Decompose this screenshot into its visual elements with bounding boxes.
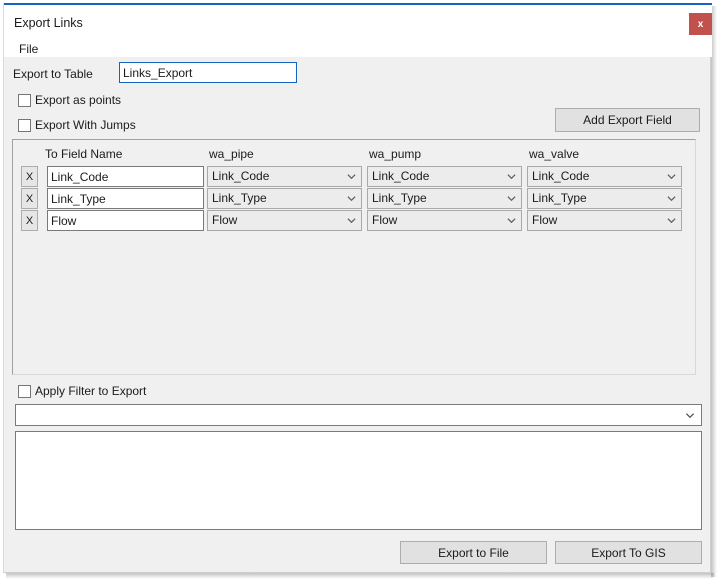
wa-valve-field-value: Flow xyxy=(532,213,558,227)
wa-pump-field-value: Link_Code xyxy=(372,169,430,183)
close-button[interactable]: x xyxy=(689,13,712,35)
export-to-gis-button[interactable]: Export To GIS xyxy=(555,541,702,564)
chevron-down-icon xyxy=(507,196,516,202)
window-shadow-bottom xyxy=(6,573,714,579)
to-field-name-input[interactable] xyxy=(47,188,204,209)
wa-valve-field-select[interactable]: Flow xyxy=(527,210,682,231)
export-to-table-label: Export to Table xyxy=(13,67,93,81)
add-export-field-button[interactable]: Add Export Field xyxy=(555,108,700,132)
wa-pump-field-select[interactable]: Link_Type xyxy=(367,188,522,209)
wa-pipe-field-select[interactable]: Flow xyxy=(207,210,362,231)
column-header-wa-valve: wa_valve xyxy=(529,147,580,161)
wa-pipe-field-select[interactable]: Link_Type xyxy=(207,188,362,209)
filter-expression-select[interactable] xyxy=(15,404,702,426)
column-header-wa-pump: wa_pump xyxy=(369,147,422,161)
export-to-table-input[interactable] xyxy=(119,62,297,83)
wa-pump-field-value: Flow xyxy=(372,213,398,227)
checkbox-apply-filter-label: Apply Filter to Export xyxy=(35,384,147,398)
filter-expression-textarea[interactable] xyxy=(15,431,702,530)
table-row: X Flow Flow Flow xyxy=(13,210,695,232)
wa-pump-field-select[interactable]: Link_Code xyxy=(367,166,522,187)
export-to-file-button[interactable]: Export to File xyxy=(400,541,547,564)
chevron-down-icon xyxy=(347,196,356,202)
wa-valve-field-value: Link_Type xyxy=(532,191,587,205)
checkbox-icon xyxy=(18,384,31,398)
remove-row-button[interactable]: X xyxy=(21,188,38,209)
chevron-down-icon xyxy=(347,174,356,180)
title-and-menu-strip: Export Links File x xyxy=(4,5,712,57)
chevron-down-icon xyxy=(507,218,516,224)
checkbox-icon xyxy=(18,93,31,107)
field-mapping-panel: To Field Name wa_pipe wa_pump wa_valve X… xyxy=(12,139,696,375)
wa-valve-field-select[interactable]: Link_Code xyxy=(527,166,682,187)
to-field-name-input[interactable] xyxy=(47,166,204,187)
chevron-down-icon xyxy=(507,174,516,180)
chevron-down-icon xyxy=(347,218,356,224)
table-row: X Link_Code Link_Code Link_Code xyxy=(13,166,695,188)
window-title: Export Links xyxy=(14,16,83,30)
checkbox-icon xyxy=(18,118,31,132)
wa-valve-field-value: Link_Code xyxy=(532,169,590,183)
column-header-to-field-name: To Field Name xyxy=(45,147,123,161)
checkbox-export-as-points-label: Export as points xyxy=(35,93,122,107)
chevron-down-icon xyxy=(667,218,676,224)
chevron-down-icon xyxy=(685,413,695,419)
window-shadow-right xyxy=(711,6,717,577)
table-row: X Link_Type Link_Type Link_Type xyxy=(13,188,695,210)
wa-pipe-field-value: Flow xyxy=(212,213,238,227)
checkbox-apply-filter-to-export[interactable]: Apply Filter to Export xyxy=(18,384,146,398)
chevron-down-icon xyxy=(667,196,676,202)
wa-pump-field-select[interactable]: Flow xyxy=(367,210,522,231)
column-header-wa-pipe: wa_pipe xyxy=(209,147,254,161)
wa-pipe-field-value: Link_Type xyxy=(212,191,267,205)
wa-pipe-field-value: Link_Code xyxy=(212,169,270,183)
checkbox-export-with-jumps[interactable]: Export With Jumps xyxy=(18,118,136,132)
chevron-down-icon xyxy=(667,174,676,180)
export-links-window: Export Links File x Export to Table Expo… xyxy=(3,3,712,573)
checkbox-export-as-points[interactable]: Export as points xyxy=(18,93,121,107)
wa-pump-field-value: Link_Type xyxy=(372,191,427,205)
wa-pipe-field-select[interactable]: Link_Code xyxy=(207,166,362,187)
close-icon: x xyxy=(697,18,704,30)
wa-valve-field-select[interactable]: Link_Type xyxy=(527,188,682,209)
checkbox-export-with-jumps-label: Export With Jumps xyxy=(35,118,136,132)
remove-row-button[interactable]: X xyxy=(21,166,38,187)
remove-row-button[interactable]: X xyxy=(21,210,38,231)
menu-item-file[interactable]: File xyxy=(15,41,42,57)
to-field-name-input[interactable] xyxy=(47,210,204,231)
